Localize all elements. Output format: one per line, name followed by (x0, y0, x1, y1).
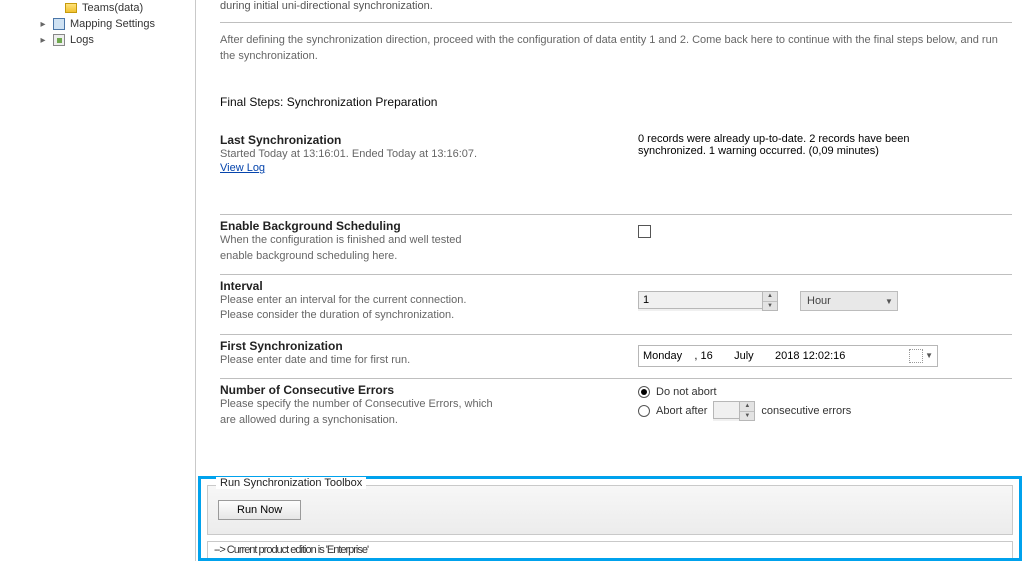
last-sync-summary-line2: synchronized. 1 warning occurred. (0,09 … (638, 145, 1006, 157)
first-sync-desc: Please enter date and time for first run… (220, 353, 638, 368)
tree-item-mapping-settings[interactable]: ▸ Mapping Settings (0, 16, 195, 32)
first-sync-datepicker[interactable]: Monday , 16 July 2018 12:02:16 ▼ (638, 345, 938, 367)
chevron-down-icon[interactable]: ▼ (925, 351, 933, 360)
last-sync-row: Last Synchronization Started Today at 13… (220, 133, 1012, 174)
interval-row: Interval Please enter an interval for th… (220, 279, 1012, 324)
interval-stepper[interactable]: ▲ ▼ (638, 291, 778, 311)
divider (220, 22, 1012, 23)
tree-item-label: Logs (70, 34, 94, 46)
consec-errors-desc2: are allowed during a synchonisation. (220, 413, 638, 428)
tree-item-label: Teams(data) (82, 2, 143, 14)
spinner-down-icon[interactable]: ▼ (740, 412, 754, 421)
interval-desc1: Please enter an interval for the current… (220, 293, 638, 308)
tree-item-teams-data[interactable]: Teams(data) (0, 0, 195, 16)
consec-errors-desc1: Please specify the number of Consecutive… (220, 397, 638, 412)
chevron-right-icon[interactable]: ▸ (36, 35, 50, 46)
last-sync-label: Last Synchronization (220, 133, 638, 147)
status-text: --> Current product edition is 'Enterpri… (214, 544, 368, 556)
status-line: --> Current product edition is 'Enterpri… (207, 541, 1013, 558)
consec-errors-label: Number of Consecutive Errors (220, 383, 638, 397)
interval-input[interactable] (638, 291, 762, 309)
logs-icon (52, 33, 66, 47)
folder-icon (64, 1, 78, 15)
bg-scheduling-row: Enable Background Scheduling When the co… (220, 219, 1012, 264)
last-sync-detail: Started Today at 13:16:01. Ended Today a… (220, 147, 638, 162)
divider (220, 334, 1012, 335)
toolbox-legend: Run Synchronization Toolbox (216, 477, 366, 489)
main-panel: during initial uni-directional synchroni… (195, 0, 1024, 561)
first-sync-row: First Synchronization Please enter date … (220, 339, 1012, 368)
intro-paragraph: After defining the synchronization direc… (220, 33, 1012, 65)
radio-do-not-abort-label: Do not abort (656, 386, 717, 398)
final-steps-heading: Final Steps: Synchronization Preparation (220, 95, 1012, 109)
calendar-icon[interactable] (909, 349, 923, 363)
intro-fragment: during initial uni-directional synchroni… (220, 0, 1012, 16)
radio-abort-after-prefix: Abort after (656, 405, 707, 417)
bg-scheduling-label: Enable Background Scheduling (220, 219, 638, 233)
bg-scheduling-desc2: enable background scheduling here. (220, 249, 638, 264)
bg-scheduling-desc1: When the configuration is finished and w… (220, 233, 638, 248)
navigation-tree: Teams(data) ▸ Mapping Settings ▸ Logs (0, 0, 195, 561)
view-log-link[interactable]: View Log (220, 162, 265, 174)
interval-unit-value: Hour (801, 295, 881, 307)
spinner-up-icon[interactable]: ▲ (740, 402, 754, 412)
divider (220, 378, 1012, 379)
chevron-down-icon: ▼ (881, 297, 897, 306)
run-sync-toolbox-highlight: Run Synchronization Toolbox Run Now --> … (198, 476, 1022, 561)
mapping-icon (52, 17, 66, 31)
divider (220, 274, 1012, 275)
radio-abort-after[interactable] (638, 405, 650, 417)
interval-desc2: Please consider the duration of synchron… (220, 308, 638, 323)
interval-unit-select[interactable]: Hour ▼ (800, 291, 898, 311)
radio-abort-after-suffix: consecutive errors (761, 405, 851, 417)
first-sync-date-text: Monday , 16 July 2018 12:02:16 (643, 350, 845, 362)
abort-after-input[interactable] (713, 401, 739, 419)
consec-errors-row: Number of Consecutive Errors Please spec… (220, 383, 1012, 428)
run-now-button[interactable]: Run Now (218, 500, 301, 520)
radio-do-not-abort[interactable] (638, 386, 650, 398)
divider (220, 214, 1012, 215)
tree-item-logs[interactable]: ▸ Logs (0, 32, 195, 48)
last-sync-summary-line1: 0 records were already up-to-date. 2 rec… (638, 133, 1006, 145)
abort-after-stepper[interactable]: ▲ ▼ (713, 401, 755, 421)
tree-item-label: Mapping Settings (70, 18, 155, 30)
bg-scheduling-checkbox[interactable] (638, 225, 651, 238)
run-sync-toolbox: Run Synchronization Toolbox Run Now (207, 485, 1013, 535)
spinner-up-icon[interactable]: ▲ (763, 292, 777, 302)
interval-label: Interval (220, 279, 638, 293)
chevron-right-icon[interactable]: ▸ (36, 19, 50, 30)
first-sync-label: First Synchronization (220, 339, 638, 353)
spinner-down-icon[interactable]: ▼ (763, 302, 777, 311)
